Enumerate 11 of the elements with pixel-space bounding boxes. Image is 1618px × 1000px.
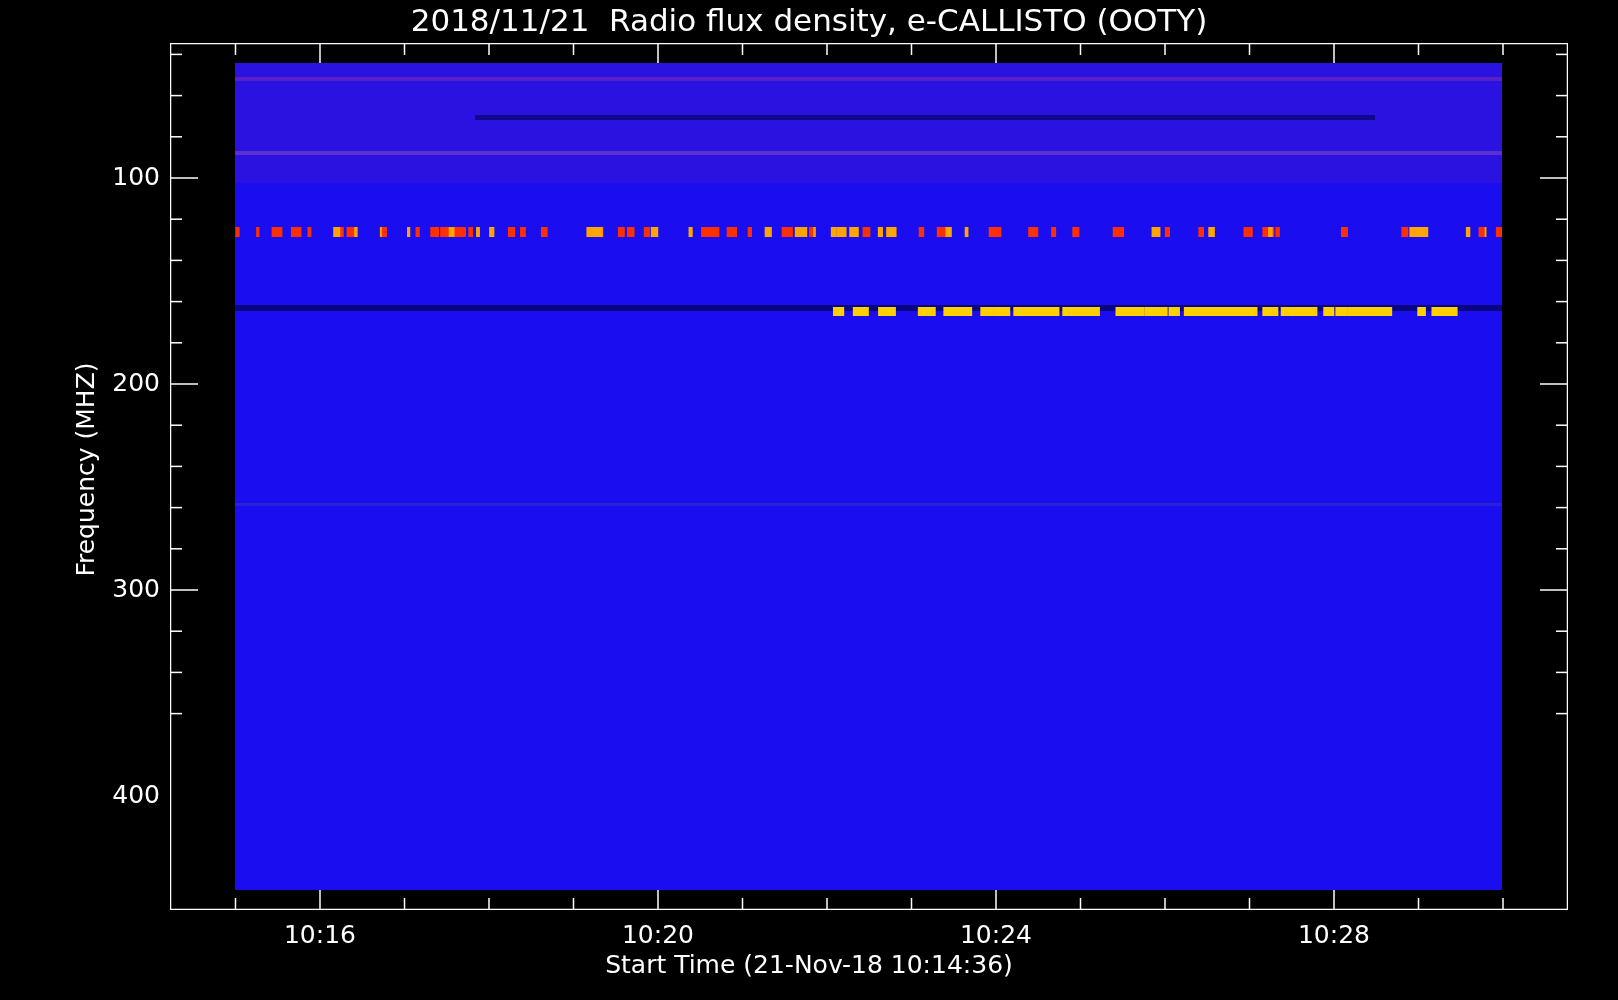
y-tick-label: 400 <box>111 780 160 809</box>
y-tick-label: 200 <box>111 368 160 397</box>
x-tick-label: 10:24 <box>958 920 1033 949</box>
y-tick-label: 300 <box>111 574 160 603</box>
y-axis-label: Frequency (MHZ) <box>70 361 100 579</box>
y-tick-label: 100 <box>111 162 160 191</box>
chart-title: 2018/11/21 Radio flux density, e-CALLISTO (OOTY) <box>409 2 1209 38</box>
x-axis-label: Start Time (21-Nov-18 10:14:36) <box>604 950 1014 979</box>
x-tick-label: 10:20 <box>620 920 695 949</box>
x-tick-label: 10:16 <box>282 920 357 949</box>
x-tick-label: 10:28 <box>1296 920 1371 949</box>
